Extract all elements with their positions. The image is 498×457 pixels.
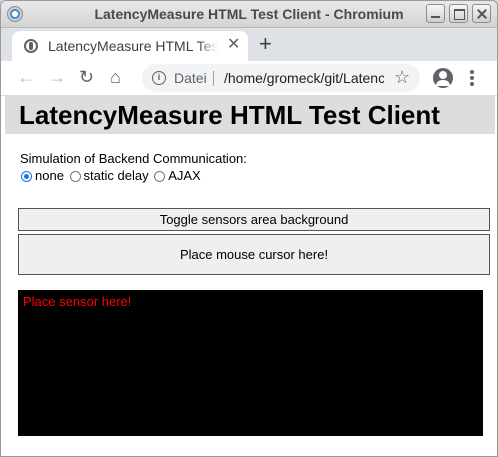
reload-button[interactable]: ↻ [79,67,94,87]
heading-bar: LatencyMeasure HTML Test Client [5,96,495,134]
radio-option-ajax[interactable]: AJAX [154,168,201,183]
tab-strip: LatencyMeasure HTML Test Client ✕ + [1,28,497,61]
radio-ajax-label: AJAX [168,168,201,183]
tab-close-icon[interactable]: ✕ [227,37,240,53]
address-separator [213,71,214,86]
radio-static-delay-label: static delay [83,168,149,183]
radio-option-static-delay[interactable]: static delay [69,168,149,183]
radio-ajax[interactable] [154,171,166,182]
radio-none[interactable] [21,171,32,182]
radio-option-none[interactable]: none [21,168,64,183]
radio-static-delay[interactable] [69,171,81,182]
maximize-button[interactable] [449,4,468,23]
sensor-area-gap [483,290,490,436]
page-title: LatencyMeasure HTML Test Client [19,100,440,130]
toggle-sensors-background-button[interactable]: Toggle sensors area background [18,208,490,231]
browser-toolbar: ← → ↻ ⌂ i Datei /home/gromeck/git/Latenc… [1,61,497,96]
back-button[interactable]: ← [17,67,35,87]
simulation-radio-group: none static delay AJAX [21,168,203,183]
window-title: LatencyMeasure HTML Test Client - Chromi… [94,6,404,22]
address-bar[interactable]: i Datei /home/gromeck/git/LatencyMeasure… [142,64,420,92]
forward-button[interactable]: → [48,67,66,87]
account-icon[interactable] [433,68,453,88]
close-window-button[interactable] [472,4,491,23]
title-bar[interactable]: LatencyMeasure HTML Test Client - Chromi… [1,1,497,28]
mouse-cursor-area[interactable]: Place mouse cursor here! [18,234,490,275]
sensor-label: Place sensor here! [23,294,132,309]
tab-latencymeasure[interactable]: LatencyMeasure HTML Test Client ✕ [12,31,248,61]
page-content: LatencyMeasure HTML Test Client Simulati… [1,96,497,456]
globe-icon [24,39,38,53]
home-button[interactable]: ⌂ [110,67,121,87]
bookmark-star-icon[interactable]: ☆ [394,67,410,88]
tab-title: LatencyMeasure HTML Test Client [48,38,218,54]
info-icon[interactable]: i [152,71,166,85]
sensor-area[interactable]: Place sensor here! [18,290,483,436]
radio-none-label: none [35,168,64,183]
browser-window: LatencyMeasure HTML Test Client - Chromi… [0,0,498,457]
url-text[interactable]: /home/gromeck/git/LatencyMeasure [224,70,384,86]
scheme-label: Datei [174,70,207,86]
simulation-label: Simulation of Backend Communication: [20,151,247,166]
new-tab-button[interactable]: + [259,33,272,55]
minimize-button[interactable] [426,4,445,23]
kebab-menu-icon[interactable] [470,70,474,88]
